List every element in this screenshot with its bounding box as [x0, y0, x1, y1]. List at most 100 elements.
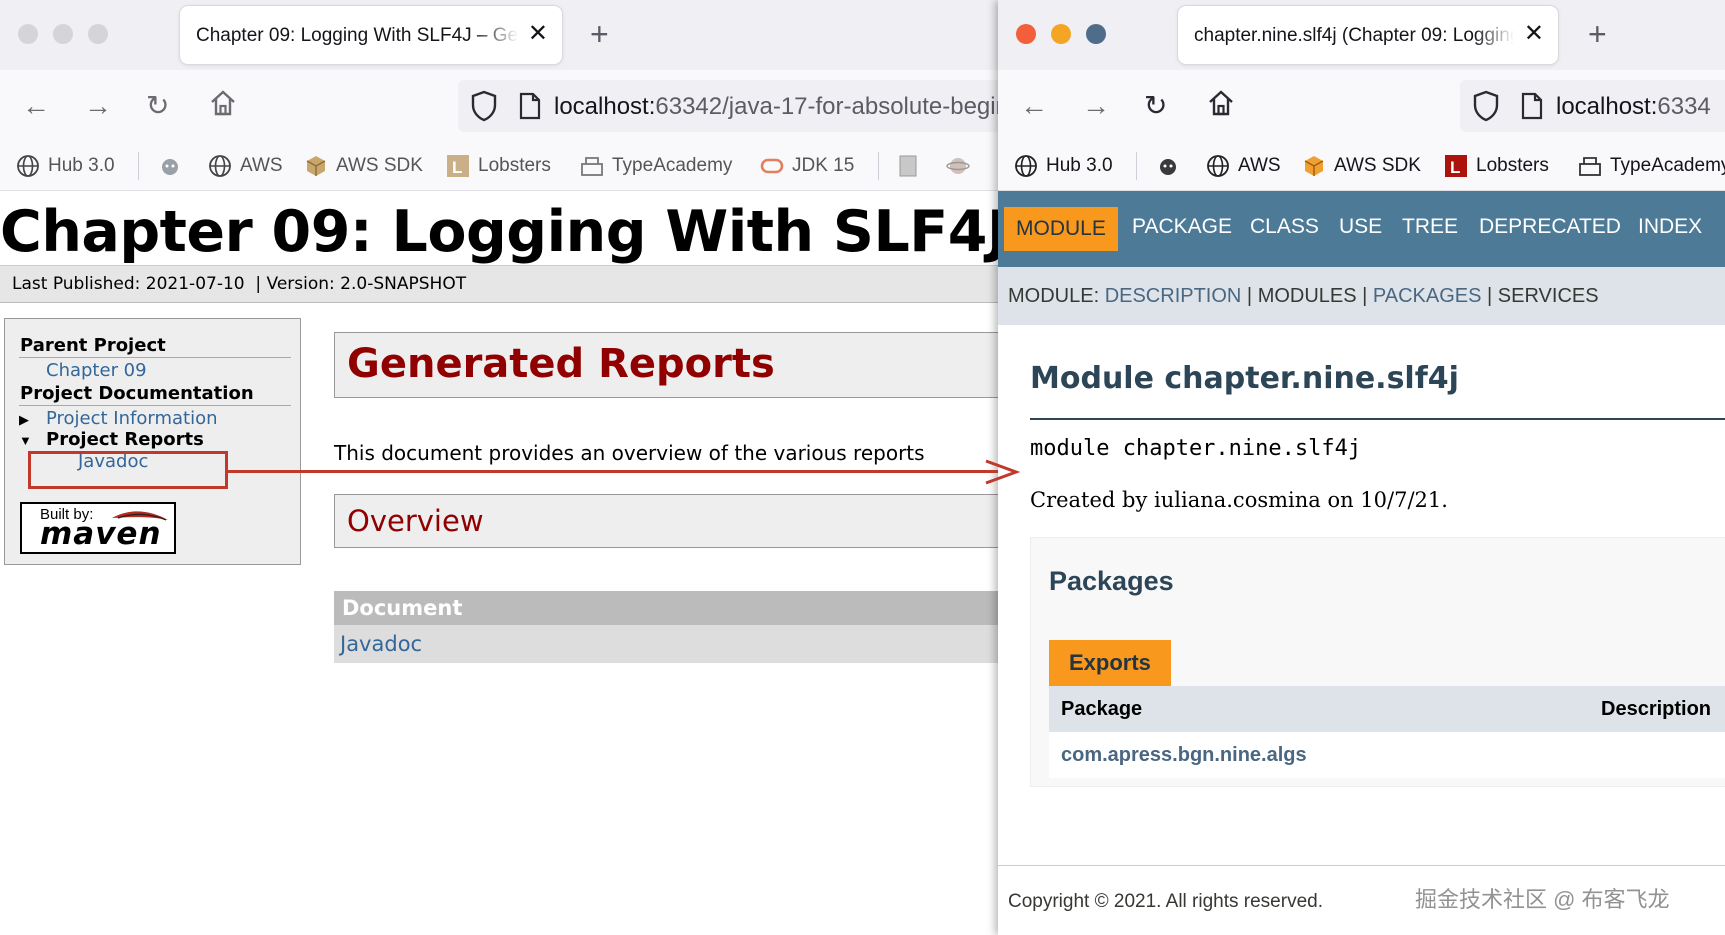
overview-heading-box: Overview — [334, 494, 998, 548]
shield-icon[interactable] — [1472, 90, 1500, 127]
subnav-services: SERVICES — [1497, 285, 1599, 307]
javadoc-highlight-box — [28, 451, 228, 489]
forward-icon[interactable]: → — [1082, 90, 1110, 122]
tab-chapter-09[interactable]: Chapter 09: Logging With SLF4J – Gen ✕ — [180, 6, 562, 64]
lobsters-icon: L — [1445, 155, 1467, 177]
document-table-header: Document — [334, 591, 998, 625]
url-text[interactable]: localhost:63342/java-17-for-absolute-beg… — [554, 93, 998, 121]
bookmark-aws[interactable]: AWS — [208, 154, 283, 178]
nav-package[interactable]: PACKAGE — [1132, 215, 1232, 239]
globe-icon — [1207, 155, 1229, 177]
version: | Version: 2.0-SNAPSHOT — [255, 274, 467, 294]
left-navigation: Parent Project Chapter 09 Project Docume… — [4, 318, 301, 565]
subnav-modules: MODULES — [1257, 285, 1357, 307]
bookmark-hub[interactable]: Hub 3.0 — [1014, 154, 1113, 178]
packages-heading: Packages — [1049, 566, 1174, 596]
globe-icon — [1015, 155, 1037, 177]
close-tab-icon[interactable]: ✕ — [523, 20, 548, 48]
left-browser-window: Chapter 09: Logging With SLF4J – Gen ✕ +… — [0, 0, 998, 935]
bookmark-hub[interactable]: Hub 3.0 — [16, 154, 115, 178]
javadoc-page: MODULE PACKAGE CLASS USE TREE DEPRECATED… — [998, 191, 1725, 935]
right-browser-window: chapter.nine.slf4j (Chapter 09: Logging … — [998, 0, 1725, 935]
url-bar[interactable]: localhost:6334 — [1460, 80, 1725, 132]
nav-use[interactable]: USE — [1339, 215, 1382, 239]
tab-bar: Chapter 09: Logging With SLF4J – Gen ✕ + — [0, 0, 998, 70]
subnav-packages-link[interactable]: PACKAGES — [1373, 285, 1482, 307]
collapsed-arrow-icon[interactable]: ▶ — [19, 412, 29, 428]
tab-javadoc[interactable]: chapter.nine.slf4j (Chapter 09: Logging … — [1178, 6, 1558, 64]
built-by-maven-badge[interactable]: Built by: maven — [20, 502, 176, 554]
new-tab-icon[interactable]: + — [590, 16, 609, 52]
package-link[interactable]: com.apress.bgn.nine.algs — [1061, 744, 1307, 767]
octocat-icon — [162, 159, 178, 175]
back-icon[interactable]: ← — [1020, 90, 1048, 122]
generated-reports-heading: Generated Reports — [347, 341, 775, 387]
nav-deprecated[interactable]: DEPRECATED — [1479, 215, 1621, 239]
intro-paragraph: This document provides an overview of th… — [334, 441, 925, 465]
close-tab-icon[interactable]: ✕ — [1519, 20, 1544, 48]
callout-arrow-line — [228, 470, 998, 473]
javadoc-sub-nav: MODULE: DESCRIPTION | MODULES | PACKAGES… — [998, 267, 1725, 325]
svg-text:L: L — [452, 158, 462, 177]
bookmark-aws[interactable]: AWS — [1206, 154, 1281, 178]
minimize-window-button[interactable] — [53, 24, 73, 44]
watermark: 掘金技术社区 @ 布客飞龙 — [1415, 887, 1670, 912]
packages-table-header: Package Description — [1049, 686, 1725, 732]
project-information-link[interactable]: Project Information — [46, 408, 218, 429]
bookmark-aws-sdk[interactable]: AWS SDK — [304, 154, 423, 178]
bookmark-lobsters[interactable]: L Lobsters — [446, 154, 551, 178]
project-reports-link[interactable]: Project Reports — [46, 429, 204, 450]
subnav-description-link[interactable]: DESCRIPTION — [1105, 285, 1242, 307]
overview-heading: Overview — [347, 504, 484, 538]
parent-project-link[interactable]: Chapter 09 — [46, 360, 147, 381]
shield-icon[interactable] — [470, 90, 498, 127]
packages-section: Packages Exports Package Description com… — [1030, 537, 1725, 787]
close-window-button[interactable] — [1016, 24, 1036, 44]
page-icon — [518, 92, 542, 125]
close-window-button[interactable] — [18, 24, 38, 44]
javadoc-top-nav: MODULE PACKAGE CLASS USE TREE DEPRECATED… — [998, 191, 1725, 267]
home-icon[interactable] — [1206, 88, 1236, 125]
project-documentation-heading: Project Documentation — [20, 383, 254, 404]
new-tab-icon[interactable]: + — [1588, 16, 1607, 52]
bookmark-extra-2[interactable] — [946, 154, 970, 178]
bookmark-lobsters[interactable]: L Lobsters — [1444, 154, 1549, 178]
oracle-icon — [760, 158, 784, 174]
tab-bar: chapter.nine.slf4j (Chapter 09: Logging … — [998, 0, 1725, 70]
forward-icon[interactable]: → — [84, 90, 112, 122]
back-icon[interactable]: ← — [22, 90, 50, 122]
col-package: Package — [1061, 698, 1143, 720]
bookmarks-toolbar: Hub 3.0 AWS AWS SDK L Lobsters TypeAcade… — [0, 142, 998, 191]
exports-tab[interactable]: Exports — [1049, 640, 1171, 686]
url-bar[interactable]: localhost:63342/java-17-for-absolute-beg… — [458, 80, 998, 132]
lobsters-icon: L — [447, 155, 469, 177]
expanded-arrow-icon[interactable]: ▼ — [19, 433, 32, 448]
publish-bar: Last Published: 2021-07-10 | Version: 2.… — [0, 265, 998, 303]
nav-index[interactable]: INDEX — [1638, 215, 1702, 239]
bookmark-octocat[interactable] — [1156, 154, 1180, 178]
bookmark-extra-1[interactable] — [896, 154, 920, 178]
parent-project-heading: Parent Project — [20, 335, 166, 356]
bookmark-octocat[interactable] — [158, 154, 182, 178]
bookmark-typeacademy[interactable]: TypeAcademy — [1578, 154, 1725, 178]
zoom-window-button[interactable] — [88, 24, 108, 44]
bookmark-aws-sdk[interactable]: AWS SDK — [1302, 154, 1421, 178]
page-icon — [1520, 92, 1544, 125]
globe-icon — [17, 155, 39, 177]
bookmark-jdk15[interactable]: JDK 15 — [760, 154, 854, 178]
bookmark-typeacademy[interactable]: TypeAcademy — [580, 154, 732, 178]
minimize-window-button[interactable] — [1051, 24, 1071, 44]
module-signature: module chapter.nine.slf4j — [1030, 436, 1362, 461]
home-icon[interactable] — [208, 88, 238, 125]
reload-icon[interactable]: ↻ — [1144, 90, 1167, 122]
nav-class[interactable]: CLASS — [1250, 215, 1319, 239]
module-author-note: Created by iuliana.cosmina on 10/7/21. — [1030, 488, 1448, 512]
nav-module[interactable]: MODULE — [1004, 207, 1118, 251]
nav-tree[interactable]: TREE — [1402, 215, 1458, 239]
url-text[interactable]: localhost:6334 — [1556, 93, 1711, 121]
svg-text:L: L — [1450, 158, 1460, 177]
zoom-window-button[interactable] — [1086, 24, 1106, 44]
octocat-icon — [1160, 159, 1176, 175]
javadoc-table-link[interactable]: Javadoc — [340, 632, 422, 656]
reload-icon[interactable]: ↻ — [146, 90, 169, 122]
